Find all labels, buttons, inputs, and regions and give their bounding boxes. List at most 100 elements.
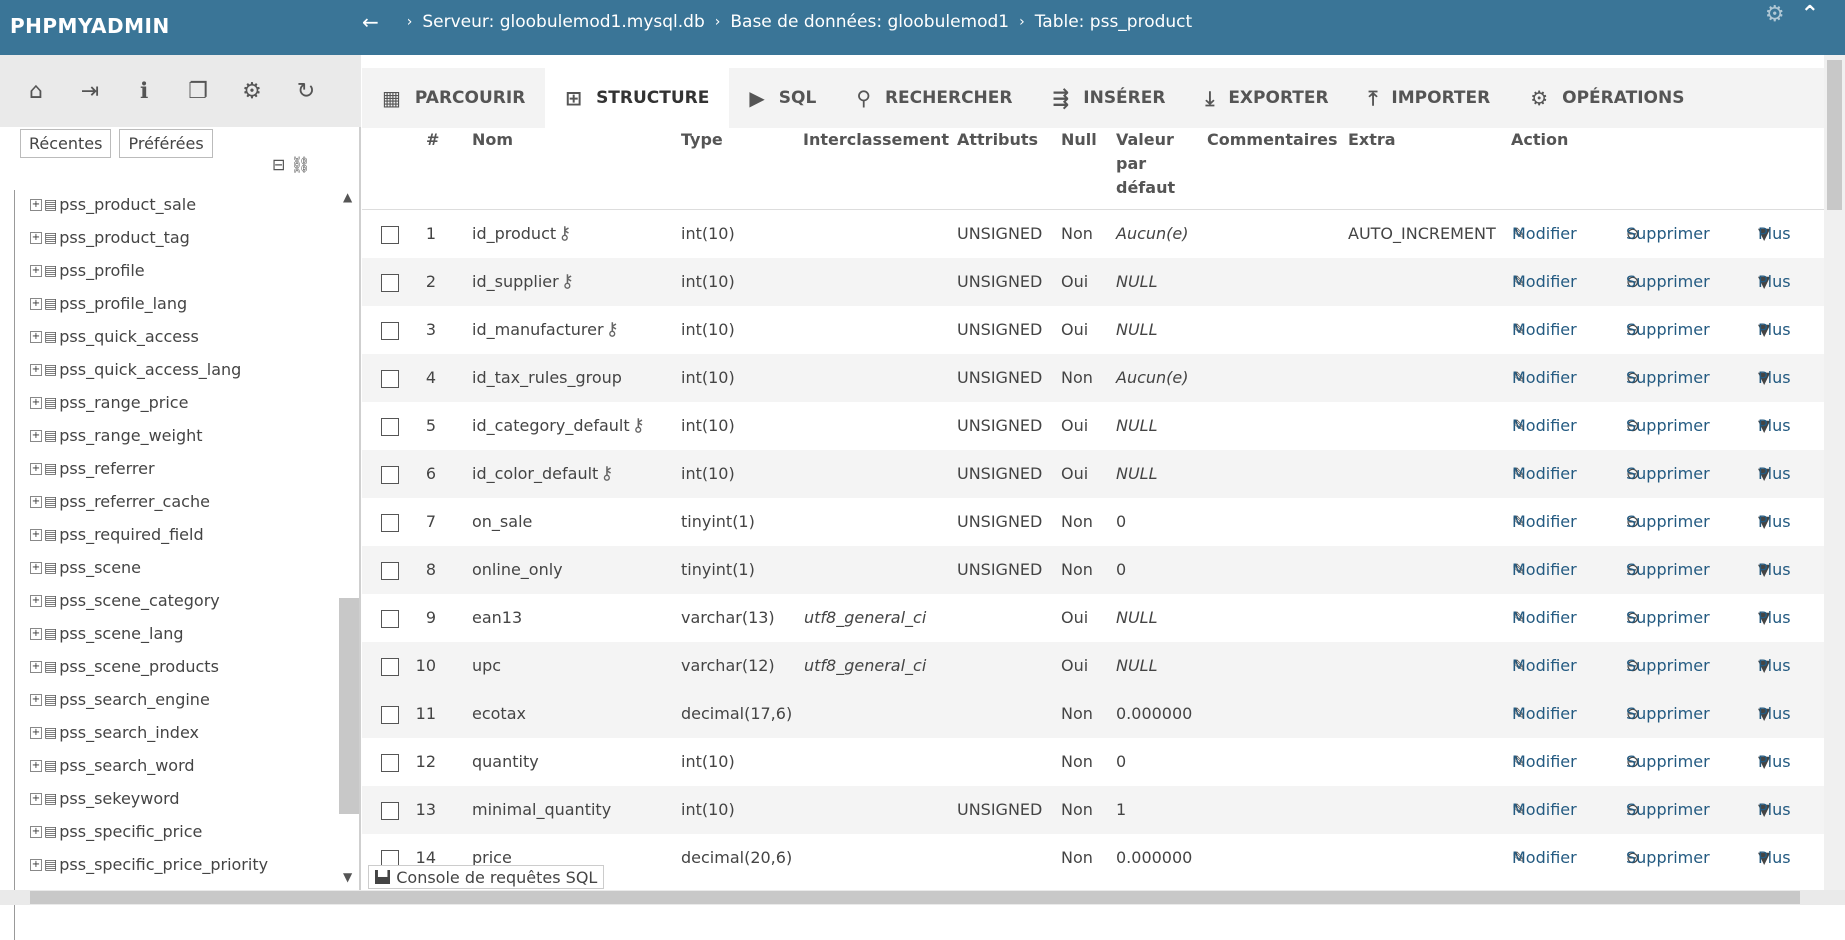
tree-item[interactable]: + ▤ pss_quick_access_lang bbox=[30, 353, 330, 386]
tree-item[interactable]: + ▤ pss_product_sale bbox=[30, 188, 330, 221]
tree-item[interactable]: + ▤ pss_referrer_cache bbox=[30, 485, 330, 518]
expand-plus-icon[interactable]: + bbox=[30, 693, 42, 706]
row-checkbox[interactable] bbox=[381, 754, 399, 772]
row-checkbox[interactable] bbox=[381, 466, 399, 484]
favorite-tables-button[interactable]: Préférées bbox=[119, 129, 213, 158]
row-checkbox[interactable] bbox=[381, 610, 399, 628]
breadcrumb-server[interactable]: Serveur: gloobulemod1.mysql.db bbox=[422, 12, 704, 32]
tree-item[interactable]: + ▤ pss_specific_price bbox=[30, 815, 330, 848]
collapse-up-icon[interactable]: ⌃ bbox=[1801, 2, 1819, 27]
tab-export[interactable]: ⤓ EXPORTER bbox=[1185, 68, 1348, 128]
column-name[interactable]: id_category_default ⚷ bbox=[472, 402, 645, 450]
expand-plus-icon[interactable]: + bbox=[30, 528, 42, 541]
expand-plus-icon[interactable]: + bbox=[30, 462, 42, 475]
tab-sql[interactable]: ▶ SQL bbox=[729, 68, 836, 128]
column-name[interactable]: minimal_quantity bbox=[472, 786, 611, 834]
expand-plus-icon[interactable]: + bbox=[30, 858, 42, 871]
docs-icon[interactable]: ❐ bbox=[186, 79, 210, 104]
column-name[interactable]: quantity bbox=[472, 738, 539, 786]
tree-item[interactable]: + ▤ pss_referrer bbox=[30, 452, 330, 485]
tree-item[interactable]: + ▤ pss_scene_lang bbox=[30, 617, 330, 650]
recent-tables-button[interactable]: Récentes bbox=[20, 129, 112, 158]
breadcrumb-table[interactable]: Table: pss_product bbox=[1035, 12, 1192, 32]
logout-icon[interactable]: ⇥ bbox=[78, 79, 102, 104]
scroll-up-icon[interactable]: ▲ bbox=[343, 190, 352, 204]
expand-plus-icon[interactable]: + bbox=[30, 759, 42, 772]
back-arrow-icon[interactable]: ← bbox=[362, 10, 379, 34]
tab-browse[interactable]: ▦ PARCOURIR bbox=[362, 68, 545, 128]
column-name[interactable]: id_tax_rules_group bbox=[472, 354, 622, 402]
tree-item[interactable]: + ▤ pss_scene_category bbox=[30, 584, 330, 617]
column-name[interactable]: online_only bbox=[472, 546, 563, 594]
vertical-scrollbar-thumb[interactable] bbox=[1827, 60, 1842, 210]
tab-structure[interactable]: ⊞ STRUCTURE bbox=[545, 68, 730, 128]
expand-plus-icon[interactable]: + bbox=[30, 792, 42, 805]
tree-item[interactable]: + ▤ pss_search_index bbox=[30, 716, 330, 749]
tree-item[interactable]: + ▤ pss_search_word bbox=[30, 749, 330, 782]
expand-plus-icon[interactable]: + bbox=[30, 363, 42, 376]
tree-item[interactable]: + ▤ pss_profile bbox=[30, 254, 330, 287]
expand-plus-icon[interactable]: + bbox=[30, 264, 42, 277]
expand-plus-icon[interactable]: + bbox=[30, 726, 42, 739]
tree-item[interactable]: + ▤ pss_scene bbox=[30, 551, 330, 584]
expand-plus-icon[interactable]: + bbox=[30, 627, 42, 640]
table-icon: ▦ bbox=[382, 86, 401, 110]
link-icon[interactable]: ⛓ bbox=[291, 155, 311, 174]
row-checkbox[interactable] bbox=[381, 322, 399, 340]
row-checkbox[interactable] bbox=[381, 370, 399, 388]
row-checkbox[interactable] bbox=[381, 226, 399, 244]
row-checkbox[interactable] bbox=[381, 802, 399, 820]
settings-gear-icon[interactable]: ⚙ bbox=[1765, 2, 1785, 27]
reload-icon[interactable]: ↻ bbox=[294, 79, 318, 104]
tree-item[interactable]: + ▤ pss_quick_access bbox=[30, 320, 330, 353]
column-name[interactable]: ecotax bbox=[472, 690, 526, 738]
expand-plus-icon[interactable]: + bbox=[30, 594, 42, 607]
tree-item[interactable]: + ▤ pss_range_price bbox=[30, 386, 330, 419]
row-checkbox[interactable] bbox=[381, 274, 399, 292]
expand-plus-icon[interactable]: + bbox=[30, 297, 42, 310]
tab-operations[interactable]: ⚙ OPÉRATIONS bbox=[1510, 68, 1704, 128]
tab-insert[interactable]: ⇶ INSÉRER bbox=[1033, 68, 1186, 128]
expand-plus-icon[interactable]: + bbox=[30, 330, 42, 343]
sql-console-toggle[interactable]: ▀ Console de requêtes SQL bbox=[368, 865, 605, 889]
row-checkbox[interactable] bbox=[381, 418, 399, 436]
expand-plus-icon[interactable]: + bbox=[30, 198, 42, 211]
scroll-down-icon[interactable]: ▼ bbox=[343, 870, 352, 884]
breadcrumb-database[interactable]: Base de données: gloobulemod1 bbox=[730, 12, 1009, 32]
row-checkbox[interactable] bbox=[381, 706, 399, 724]
app-logo[interactable]: PHPMYADMIN bbox=[10, 14, 170, 38]
tab-search[interactable]: ⚲ RECHERCHER bbox=[836, 68, 1032, 128]
expand-plus-icon[interactable]: + bbox=[30, 495, 42, 508]
row-checkbox[interactable] bbox=[381, 658, 399, 676]
column-name[interactable]: on_sale bbox=[472, 498, 532, 546]
expand-plus-icon[interactable]: + bbox=[30, 561, 42, 574]
row-checkbox[interactable] bbox=[381, 562, 399, 580]
tree-item[interactable]: + ▤ pss_profile_lang bbox=[30, 287, 330, 320]
expand-plus-icon[interactable]: + bbox=[30, 825, 42, 838]
tree-item[interactable]: + ▤ pss_product_tag bbox=[30, 221, 330, 254]
tree-item[interactable]: + ▤ pss_required_field bbox=[30, 518, 330, 551]
column-name[interactable]: id_color_default ⚷ bbox=[472, 450, 613, 498]
column-name[interactable]: id_supplier ⚷ bbox=[472, 258, 574, 306]
column-name[interactable]: upc bbox=[472, 642, 501, 690]
tree-item[interactable]: + ▤ pss_range_weight bbox=[30, 419, 330, 452]
expand-plus-icon[interactable]: + bbox=[30, 231, 42, 244]
column-name[interactable]: id_manufacturer ⚷ bbox=[472, 306, 619, 354]
expand-plus-icon[interactable]: + bbox=[30, 396, 42, 409]
tab-import[interactable]: ⤒ IMPORTER bbox=[1349, 68, 1511, 128]
row-checkbox[interactable] bbox=[381, 514, 399, 532]
expand-plus-icon[interactable]: + bbox=[30, 660, 42, 673]
tree-item[interactable]: + ▤ pss_sekeyword bbox=[30, 782, 330, 815]
column-name[interactable]: id_product ⚷ bbox=[472, 210, 571, 258]
info-icon[interactable]: ℹ bbox=[132, 79, 156, 104]
expand-plus-icon[interactable]: + bbox=[30, 429, 42, 442]
home-icon[interactable]: ⌂ bbox=[24, 79, 48, 104]
tree-item[interactable]: + ▤ pss_specific_price_priority bbox=[30, 848, 330, 881]
tree-item[interactable]: + ▤ pss_scene_products bbox=[30, 650, 330, 683]
tree-item[interactable]: + ▤ pss_search_engine bbox=[30, 683, 330, 716]
gear-icon[interactable]: ⚙ bbox=[240, 79, 264, 104]
sidebar-scrollbar-thumb[interactable] bbox=[339, 598, 359, 814]
collapse-all-icon[interactable]: ⊟ bbox=[272, 155, 285, 174]
column-name[interactable]: ean13 bbox=[472, 594, 522, 642]
horizontal-scrollbar-thumb[interactable] bbox=[30, 891, 1800, 904]
